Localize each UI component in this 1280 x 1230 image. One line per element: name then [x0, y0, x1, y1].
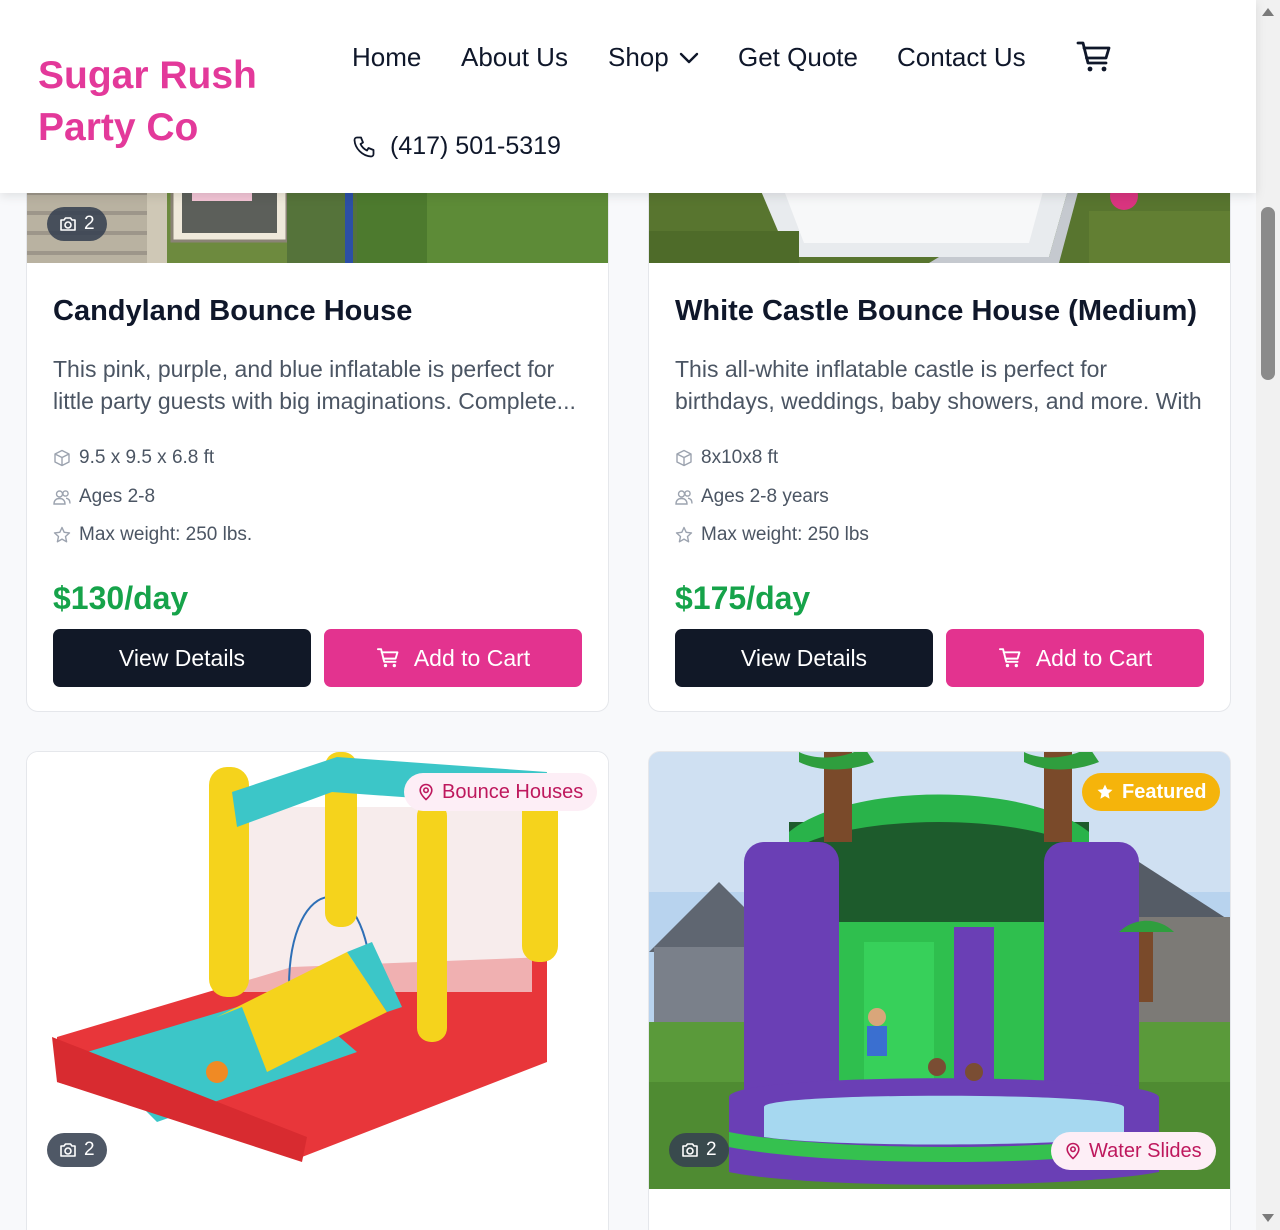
- photo-count-badge: 2: [669, 1133, 729, 1167]
- photo-count: 2: [84, 213, 95, 234]
- add-to-cart-button[interactable]: Add to Cart: [946, 629, 1204, 687]
- product-description: This all-white inflatable castle is perf…: [675, 356, 1202, 414]
- spec-ages-text: Ages 2-8 years: [701, 485, 829, 507]
- star-outline-icon: [675, 527, 693, 543]
- nav-shop-label: Shop: [608, 42, 669, 72]
- product-card: White Castle Bounce House (Medium) This …: [648, 150, 1231, 712]
- card-body: Commercial Inflatable Palm Tree: [675, 1222, 1204, 1230]
- phone-icon: [353, 136, 375, 157]
- spec-ages-text: Ages 2-8: [79, 485, 156, 507]
- product-specs: 8x10x8 ft Ages 2-8 years Max weight: 250…: [675, 439, 1204, 555]
- photo-count-badge: 2: [47, 207, 107, 241]
- nav-get-quote[interactable]: Get Quote: [738, 42, 858, 73]
- nav-shop[interactable]: Shop: [608, 42, 699, 73]
- page-scrollbar[interactable]: [1256, 0, 1280, 1230]
- map-pin-icon: [1066, 1142, 1080, 1160]
- photo-count-badge: 2: [47, 1133, 107, 1167]
- spec-dimensions: 8x10x8 ft: [675, 439, 1204, 478]
- site-header: Sugar Rush Party Co Home About Us Shop G…: [0, 0, 1256, 193]
- card-body: Candyland Bounce House This pink, purple…: [53, 291, 582, 617]
- spec-dimensions-text: 9.5 x 9.5 x 6.8 ft: [79, 447, 215, 469]
- category-label: Water Slides: [1089, 1139, 1202, 1162]
- product-card: Featured Water Slides 2 Commercial Infla…: [648, 751, 1231, 1230]
- product-title[interactable]: White Castle Bounce House (Medium): [675, 291, 1204, 331]
- product-title[interactable]: Jumpin Aqua Bounce: [53, 1222, 582, 1230]
- star-icon: [1097, 784, 1113, 799]
- spec-weight: Max weight: 250 lbs: [675, 516, 1204, 555]
- cart-icon: [998, 648, 1021, 668]
- camera-icon: [60, 217, 76, 231]
- featured-badge: Featured: [1082, 773, 1221, 811]
- nav-about[interactable]: About Us: [461, 42, 568, 73]
- scroll-down-arrow[interactable]: [1262, 1214, 1274, 1222]
- cart-icon[interactable]: [1075, 40, 1113, 74]
- category-label: Bounce Houses: [442, 780, 584, 803]
- photo-count: 2: [706, 1139, 717, 1160]
- product-title[interactable]: Commercial Inflatable Palm Tree: [675, 1222, 1204, 1230]
- map-pin-icon: [419, 783, 433, 801]
- spec-ages: Ages 2-8 years: [675, 478, 1204, 517]
- product-image[interactable]: [649, 752, 1230, 1189]
- phone-number: (417) 501-5319: [390, 132, 561, 160]
- photo-count: 2: [84, 1139, 95, 1160]
- spec-dimensions: 9.5 x 9.5 x 6.8 ft: [53, 439, 582, 478]
- spec-weight: Max weight: 250 lbs.: [53, 516, 582, 555]
- box-icon: [676, 450, 692, 467]
- view-details-button[interactable]: View Details: [53, 629, 311, 687]
- add-to-cart-label: Add to Cart: [413, 644, 531, 671]
- card-actions: View Details Add to Cart: [53, 629, 582, 687]
- card-body: Jumpin Aqua Bounce: [53, 1222, 582, 1230]
- product-card: Bounce Houses 2 Jumpin Aqua Bounce: [26, 751, 609, 1230]
- nav-home[interactable]: Home: [352, 42, 421, 73]
- product-image[interactable]: [27, 752, 608, 1189]
- chevron-down-icon: [679, 52, 698, 63]
- brand-logo[interactable]: Sugar Rush Party Co: [38, 50, 358, 154]
- users-icon: [53, 489, 71, 505]
- spec-weight-text: Max weight: 250 lbs.: [79, 524, 253, 546]
- product-specs: 9.5 x 9.5 x 6.8 ft Ages 2-8 Max weight: …: [53, 439, 582, 555]
- product-description: This pink, purple, and blue inflatable i…: [53, 356, 576, 414]
- scroll-up-arrow[interactable]: [1262, 8, 1274, 16]
- add-to-cart-button[interactable]: Add to Cart: [324, 629, 582, 687]
- add-to-cart-label: Add to Cart: [1035, 644, 1153, 671]
- card-actions: View Details Add to Cart: [675, 629, 1204, 687]
- nav-contact[interactable]: Contact Us: [897, 42, 1026, 73]
- box-icon: [54, 450, 70, 467]
- spec-dimensions-text: 8x10x8 ft: [701, 447, 779, 469]
- card-body: White Castle Bounce House (Medium) This …: [675, 291, 1204, 617]
- product-card: 2 Candyland Bounce House This pink, purp…: [26, 150, 609, 712]
- view-details-button[interactable]: View Details: [675, 629, 933, 687]
- featured-label: Featured: [1122, 780, 1207, 803]
- star-outline-icon: [53, 527, 71, 543]
- category-badge[interactable]: Bounce Houses: [404, 773, 598, 811]
- camera-icon: [60, 1143, 76, 1157]
- product-price: $130/day: [53, 579, 189, 616]
- phone-link[interactable]: (417) 501-5319: [352, 132, 561, 161]
- category-badge[interactable]: Water Slides: [1051, 1132, 1216, 1170]
- camera-icon: [682, 1143, 698, 1157]
- spec-weight-text: Max weight: 250 lbs: [701, 524, 869, 546]
- product-price: $175/day: [675, 579, 811, 616]
- users-icon: [675, 489, 693, 505]
- scrollbar-thumb[interactable]: [1261, 207, 1275, 380]
- product-title[interactable]: Candyland Bounce House: [53, 291, 582, 331]
- spec-ages: Ages 2-8: [53, 478, 582, 517]
- cart-icon: [376, 648, 399, 668]
